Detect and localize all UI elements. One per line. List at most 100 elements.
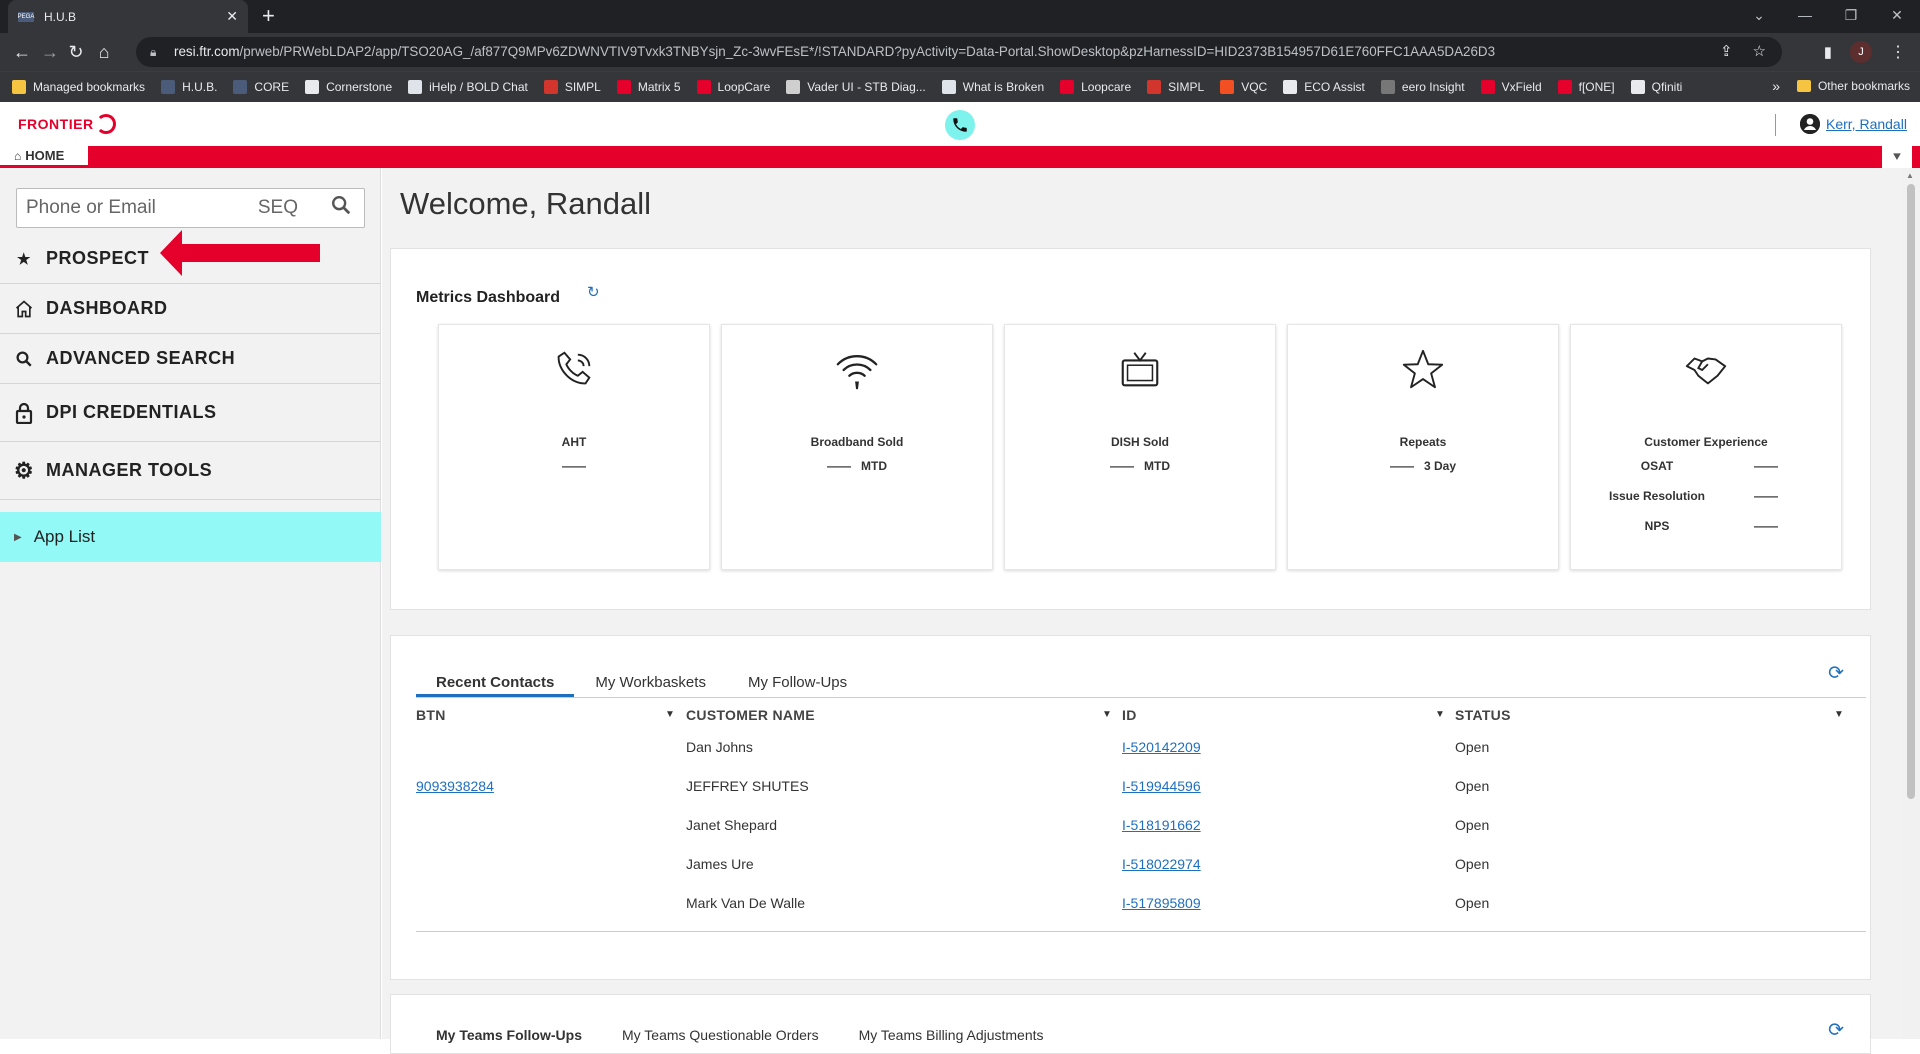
page-scrollbar[interactable]: ▲ — [1902, 168, 1920, 1039]
bookmark-label: Matrix 5 — [637, 80, 681, 94]
bookmark-item[interactable]: eero Insight — [1380, 80, 1465, 94]
bookmark-item[interactable]: f[ONE] — [1557, 80, 1615, 94]
tab-my-teams-follow-ups[interactable]: My Teams Follow-Ups — [436, 1027, 582, 1043]
bookmark-star-icon[interactable]: ☆ — [1753, 37, 1766, 67]
user-menu[interactable]: Kerr, Randall — [1800, 114, 1907, 134]
bookmark-item[interactable]: Loopcare — [1060, 80, 1131, 94]
new-tab-icon[interactable]: + — [262, 3, 275, 29]
tab-my-teams-questionable-orders[interactable]: My Teams Questionable Orders — [622, 1027, 819, 1043]
bookmark-favicon-icon — [233, 80, 248, 94]
bookmark-item[interactable]: SIMPL — [1147, 80, 1204, 94]
table-row: James Ure I-518022974 Open — [416, 856, 1866, 888]
frontier-logo[interactable]: FRONTIER — [18, 114, 116, 134]
bookmark-label: VxField — [1501, 80, 1542, 94]
scrollbar-thumb[interactable] — [1907, 184, 1915, 799]
bookmark-item[interactable]: Cornerstone — [305, 80, 392, 94]
case-id-link[interactable]: I-518022974 — [1122, 856, 1201, 872]
bookmark-item[interactable]: Vader UI - STB Diag... — [786, 80, 926, 94]
forward-icon[interactable]: → — [38, 41, 62, 63]
bookmark-item[interactable]: CORE — [233, 80, 289, 94]
star-icon: ★ — [17, 250, 31, 268]
restore-icon[interactable]: ❐ — [1828, 0, 1874, 33]
address-bar[interactable]: 🔒︎ resi.ftr.com/prweb/PRWebLDAP2/app/TSO… — [136, 37, 1782, 67]
bookmark-item[interactable]: What is Broken — [941, 80, 1044, 94]
phone-call-button[interactable] — [945, 110, 975, 140]
phone-email-search[interactable]: Phone or Email SEQ — [16, 188, 365, 228]
filter-icon[interactable]: ▼ — [1435, 709, 1445, 720]
bookmark-label: iHelp / BOLD Chat — [429, 80, 528, 94]
close-tab-icon[interactable]: ✕ — [226, 8, 238, 25]
refresh-icon[interactable]: ↻ — [587, 283, 600, 301]
bookmark-item[interactable]: iHelp / BOLD Chat — [408, 80, 528, 94]
bookmark-item[interactable]: VQC — [1220, 80, 1267, 94]
table-row: Janet Shepard I-518191662 Open — [416, 817, 1866, 849]
tile-label: DISH Sold — [1110, 435, 1169, 449]
filter-icon[interactable]: ▼ — [665, 709, 675, 720]
reload-icon[interactable]: ↻ — [64, 41, 88, 63]
side-panel-icon[interactable]: ▮ — [1824, 43, 1832, 61]
search-icon[interactable] — [330, 194, 364, 222]
table-row: Dan Johns I-520142209 Open — [416, 739, 1866, 771]
bookmark-favicon-icon — [1557, 80, 1572, 94]
status-text: Open — [1455, 817, 1490, 833]
filter-icon[interactable]: ▼ — [1834, 709, 1844, 720]
sidebar-item-manager-tools[interactable]: ⚙ MANAGER TOOLS — [0, 442, 381, 500]
bookmark-item[interactable]: VxField — [1480, 80, 1542, 94]
tab-recent-contacts[interactable]: Recent Contacts — [416, 666, 575, 697]
btn-link[interactable]: 9093938284 — [416, 778, 494, 794]
col-header-btn[interactable]: BTN — [416, 707, 446, 723]
bookmark-item[interactable]: Managed bookmarks — [12, 80, 145, 94]
share-icon[interactable]: ⇪ — [1720, 37, 1733, 67]
logo-text: FRONTIER — [18, 116, 94, 132]
app-list-toggle[interactable]: ▶ App List — [0, 512, 381, 562]
case-id-link[interactable]: I-520142209 — [1122, 739, 1201, 755]
tab-my-workbaskets[interactable]: My Workbaskets — [574, 666, 727, 697]
customer-name: Mark Van De Walle — [686, 895, 806, 911]
bookmark-label: Qfiniti — [1651, 80, 1683, 94]
col-header-status[interactable]: STATUS — [1455, 707, 1511, 723]
app-list-label: App List — [33, 527, 96, 546]
tab-my-follow-ups[interactable]: My Follow-Ups — [727, 666, 868, 697]
phone-icon — [953, 118, 967, 132]
sidebar-item-dashboard[interactable]: DASHBOARD — [0, 284, 381, 334]
filter-icon[interactable]: ▼ — [1102, 709, 1112, 720]
status-text: Open — [1455, 895, 1490, 911]
tab-home[interactable]: ⌂ HOME — [0, 146, 88, 168]
menu-kebab-icon[interactable]: ⋮ — [1890, 42, 1906, 62]
col-header-customer-name[interactable]: CUSTOMER NAME — [686, 707, 815, 723]
case-id-link[interactable]: I-517895809 — [1122, 895, 1201, 911]
collapse-arrow-icon[interactable]: ⯆ — [1882, 146, 1912, 168]
home-browser-icon[interactable]: ⌂ — [92, 41, 116, 63]
col-header-id[interactable]: ID — [1122, 707, 1137, 723]
tile-value: —— 3 Day — [1389, 459, 1457, 473]
minimize-icon[interactable]: — — [1782, 0, 1828, 33]
bookmark-item[interactable]: Qfiniti — [1630, 80, 1683, 94]
search-input[interactable]: Phone or Email — [26, 197, 258, 219]
window-controls: ⌄ — ❐ ✕ — [1736, 0, 1920, 33]
close-window-icon[interactable]: ✕ — [1874, 0, 1920, 33]
bookmark-item[interactable]: SIMPL — [543, 80, 601, 94]
refresh-icon[interactable]: ⟳ — [1828, 662, 1844, 685]
bookmark-item[interactable]: LoopCare — [696, 80, 770, 94]
bookmark-favicon-icon — [616, 80, 631, 94]
tab-my-teams-billing-adjustments[interactable]: My Teams Billing Adjustments — [859, 1027, 1044, 1043]
case-id-link[interactable]: I-519944596 — [1122, 778, 1201, 794]
table-row: 9093938284 JEFFREY SHUTES I-519944596 Op… — [416, 778, 1866, 810]
bookmark-item[interactable]: ECO Assist — [1283, 80, 1365, 94]
sidebar-item-advanced-search[interactable]: ADVANCED SEARCH — [0, 334, 381, 384]
scroll-up-icon[interactable]: ▲ — [1906, 171, 1914, 180]
contacts-tabs: Recent Contacts My Workbaskets My Follow… — [416, 666, 1866, 698]
expand-triangle-icon: ▶ — [14, 531, 22, 543]
back-icon[interactable]: ← — [10, 41, 34, 63]
bookmark-item[interactable]: H.U.B. — [161, 80, 217, 94]
profile-avatar[interactable]: J — [1850, 41, 1872, 63]
bookmarks-overflow-icon[interactable]: » — [1772, 78, 1780, 94]
page-title: Welcome, Randall — [400, 186, 651, 221]
tile-label: AHT — [561, 435, 587, 449]
tab-search-icon[interactable]: ⌄ — [1736, 0, 1782, 33]
case-id-link[interactable]: I-518191662 — [1122, 817, 1201, 833]
browser-tab[interactable]: PEGA H.U.B ✕ — [8, 0, 248, 33]
bookmark-item[interactable]: Matrix 5 — [616, 80, 681, 94]
other-bookmarks[interactable]: Other bookmarks — [1796, 79, 1910, 93]
sidebar-item-dpi-credentials[interactable]: DPI CREDENTIALS — [0, 384, 381, 442]
